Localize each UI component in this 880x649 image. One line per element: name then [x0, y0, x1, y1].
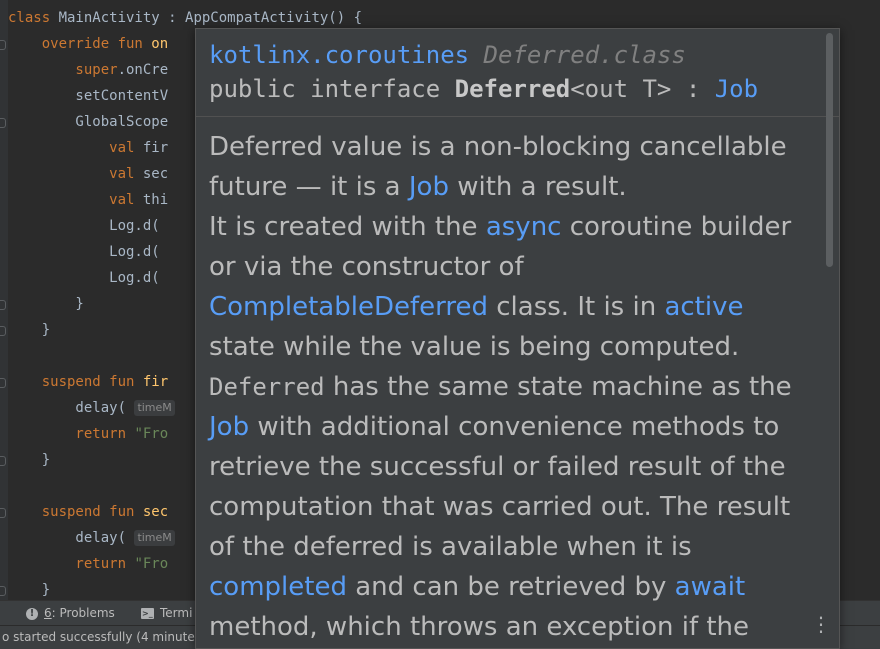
more-options-icon[interactable]: ⋮	[811, 611, 831, 637]
code-line[interactable]: Log.d(	[8, 213, 160, 239]
code-token: }	[8, 582, 51, 598]
code-line[interactable]: delay( timeM	[8, 395, 175, 421]
code-line[interactable]: }	[8, 447, 50, 473]
code-token: fir	[142, 374, 169, 390]
code-token: thi	[142, 192, 169, 208]
code-token: setContentV	[8, 88, 169, 104]
job-link[interactable]: Job	[409, 172, 449, 202]
code-token: class	[8, 10, 59, 26]
code-token: suspend fun	[8, 374, 143, 390]
code-token: .onCre	[117, 62, 169, 78]
terminal-icon: >_	[141, 608, 154, 619]
job-supertype-link[interactable]: Job	[715, 75, 758, 103]
signature-generic: <out T> :	[570, 75, 715, 103]
code-token: MainActivity : AppCompatActivity() {	[58, 10, 363, 26]
code-token: Log.d(	[8, 218, 160, 234]
async-link[interactable]: async	[486, 212, 562, 242]
code-line[interactable]: val sec	[8, 161, 168, 187]
problems-icon: !	[26, 607, 38, 620]
code-line[interactable]: super.onCre	[8, 57, 168, 83]
terminal-label: Termi	[160, 606, 193, 620]
code-token: val	[8, 192, 143, 208]
fold-marker-icon[interactable]	[0, 378, 6, 388]
code-token: sec	[142, 166, 169, 182]
signature-modifiers: public interface	[209, 75, 455, 103]
doc-signature-line: public interface Deferred<out T> : Job	[209, 75, 758, 103]
editor-gutter[interactable]	[0, 0, 8, 600]
package-link[interactable]: kotlinx.coroutines	[209, 41, 469, 69]
code-token: Log.d(	[8, 270, 160, 286]
doc-description: Deferred value is a non-blocking cancell…	[209, 127, 809, 647]
deferred-code: Deferred	[209, 373, 325, 401]
problems-mnemonic: 6	[44, 606, 52, 620]
code-token: delay(	[8, 400, 135, 416]
doc-package-line: kotlinx.coroutines Deferred.class	[209, 41, 686, 69]
fold-marker-icon[interactable]	[0, 508, 6, 518]
await-link[interactable]: await	[675, 572, 746, 602]
fold-marker-icon[interactable]	[0, 586, 6, 596]
parameter-hint: timeM	[134, 530, 175, 546]
fold-marker-icon[interactable]	[0, 326, 6, 336]
doc-signature-header: kotlinx.coroutines Deferred.class public…	[196, 29, 839, 117]
code-token: }	[8, 296, 84, 312]
code-line[interactable]: }	[8, 317, 50, 343]
code-token: suspend fun	[8, 504, 143, 520]
problems-label: : Problems	[51, 606, 115, 620]
code-token: "Fro	[134, 556, 169, 572]
code-line[interactable]: setContentV	[8, 83, 168, 109]
code-token: override fun	[8, 36, 152, 52]
code-line[interactable]: GlobalScope	[8, 109, 168, 135]
signature-name: Deferred	[454, 75, 571, 103]
code-token: fir	[142, 140, 169, 156]
active-link[interactable]: active	[664, 292, 743, 322]
code-token: sec	[142, 504, 169, 520]
code-line[interactable]: return "Fro	[8, 421, 168, 447]
code-token: "Fro	[134, 426, 169, 442]
parameter-hint: timeM	[134, 400, 175, 416]
code-line[interactable]: delay( timeM	[8, 525, 175, 551]
fold-marker-icon[interactable]	[0, 40, 6, 50]
code-line[interactable]: val thi	[8, 187, 168, 213]
doc-paragraph-2: It is created with the async coroutine b…	[209, 212, 792, 362]
documentation-popup[interactable]: kotlinx.coroutines Deferred.class public…	[195, 28, 840, 649]
fold-marker-icon[interactable]	[0, 456, 6, 466]
code-line[interactable]: Log.d(	[8, 239, 160, 265]
code-token: val	[8, 140, 143, 156]
code-line[interactable]: suspend fun sec	[8, 499, 168, 525]
problems-tool-button[interactable]: ! 6: Problems	[26, 601, 115, 626]
code-line[interactable]: val fir	[8, 135, 168, 161]
code-token: on	[151, 36, 169, 52]
code-token: GlobalScope	[8, 114, 169, 130]
code-line[interactable]: override fun on	[8, 31, 168, 57]
code-line[interactable]: Log.d(	[8, 265, 160, 291]
code-line[interactable]: }	[8, 291, 84, 317]
job-link-2[interactable]: Job	[209, 412, 249, 442]
code-line[interactable]: return "Fro	[8, 551, 168, 577]
code-token: super	[8, 62, 118, 78]
status-message[interactable]: o started successfully (4 minute	[2, 630, 195, 644]
doc-paragraph-1: Deferred value is a non-blocking cancell…	[209, 132, 787, 202]
code-token: val	[8, 166, 143, 182]
code-token: return	[8, 426, 135, 442]
code-line[interactable]: suspend fun fir	[8, 369, 168, 395]
code-token: delay(	[8, 530, 135, 546]
completed-link[interactable]: completed	[209, 572, 347, 602]
doc-scrollbar[interactable]	[826, 33, 833, 267]
code-token: return	[8, 556, 135, 572]
terminal-tool-button[interactable]: >_ Termi	[141, 601, 192, 626]
doc-paragraph-3: Deferred has the same state machine as t…	[209, 372, 792, 642]
fold-marker-icon[interactable]	[0, 118, 6, 128]
completable-deferred-link[interactable]: CompletableDeferred	[209, 292, 488, 322]
class-file-label: Deferred.class	[483, 41, 686, 69]
code-token: }	[8, 452, 51, 468]
code-token: }	[8, 322, 51, 338]
fold-marker-icon[interactable]	[0, 300, 6, 310]
code-token: Log.d(	[8, 244, 160, 260]
